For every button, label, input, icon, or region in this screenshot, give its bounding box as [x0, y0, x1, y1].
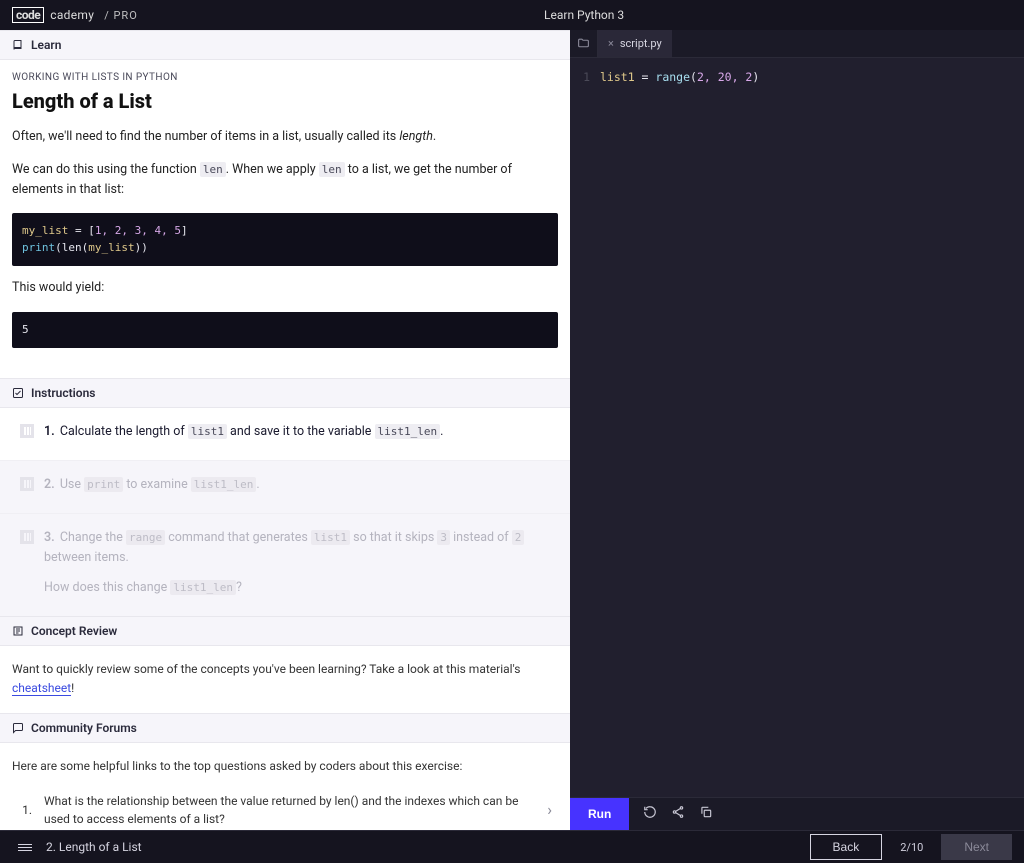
lesson-p1: Often, we'll need to find the number of … [12, 127, 558, 146]
lesson-p2-b: . When we apply [226, 162, 319, 177]
line-number: 1 [570, 68, 600, 86]
main-split: Learn WORKING WITH LISTS IN PYTHON Lengt… [0, 30, 1024, 830]
note-icon [12, 625, 24, 637]
community-forums-header: Community Forums [0, 713, 570, 743]
code-editor[interactable]: 1 list1 = range(2, 20, 2) [570, 58, 1024, 797]
instruction-step-2: 2. Use print to examine list1_len. [0, 460, 570, 513]
concept-review-label: Concept Review [31, 624, 117, 638]
file-tab-script[interactable]: × script.py [598, 30, 673, 57]
brand-logo[interactable]: code cademy / PRO [12, 7, 138, 23]
chevron-right-icon: › [547, 798, 558, 823]
reset-icon[interactable] [643, 805, 657, 823]
lesson-p1-a: Often, we'll need to find the number of … [12, 129, 399, 144]
checklist-icon [12, 387, 24, 399]
editor-pane: × script.py 1 list1 = range(2, 20, 2) Ru… [570, 30, 1024, 830]
chat-icon [12, 722, 24, 734]
editor-action-bar: Run [570, 797, 1024, 830]
step-1-num: 1. [44, 424, 55, 439]
copy-icon[interactable] [699, 805, 713, 823]
lesson-term-length: length [399, 129, 433, 144]
instruction-step-3: 3. Change the range command that generat… [0, 513, 570, 616]
lesson-content: WORKING WITH LISTS IN PYTHON Length of a… [0, 60, 570, 378]
brand-rest: cademy [50, 8, 94, 22]
instructions-body: 1. Calculate the length of list1 and sav… [0, 408, 570, 616]
book-icon [12, 39, 24, 51]
forum-q-text: What is the relationship between the val… [44, 792, 535, 829]
file-tabs: × script.py [570, 30, 1024, 58]
forums-intro: Here are some helpful links to the top q… [12, 757, 558, 776]
folder-icon[interactable] [570, 30, 598, 57]
progress-counter: 2/10 [900, 841, 923, 854]
learn-header: Learn [0, 30, 570, 60]
forum-question-1[interactable]: 1. What is the relationship between the … [12, 788, 558, 830]
step-checkbox[interactable] [20, 477, 34, 491]
code-example-1: my_list = [1, 2, 3, 4, 5] print(len(my_l… [12, 213, 558, 266]
lesson-p2: We can do this using the function len. W… [12, 160, 558, 199]
yield-text: This would yield: [12, 278, 558, 297]
top-bar: code cademy / PRO Learn Python 3 [0, 0, 1024, 30]
code-output-1: 5 [12, 312, 558, 349]
step-2-num: 2. [44, 477, 55, 492]
bottom-bar: 2. Length of a List Back 2/10 Next [0, 830, 1024, 863]
step-checkbox[interactable] [20, 424, 34, 438]
instructions-header-label: Instructions [31, 386, 95, 400]
next-button[interactable]: Next [941, 834, 1012, 860]
lesson-title: Length of a List [12, 89, 558, 113]
instruction-step-1: 1. Calculate the length of list1 and sav… [0, 408, 570, 460]
token-len-2: len [319, 162, 345, 177]
share-icon[interactable] [671, 805, 685, 823]
cheatsheet-link[interactable]: cheatsheet [12, 681, 71, 696]
close-icon[interactable]: × [608, 37, 614, 50]
learn-header-label: Learn [31, 38, 61, 52]
lesson-progress-label: 2. Length of a List [46, 840, 142, 854]
concept-review-body: Want to quickly review some of the conce… [0, 646, 570, 713]
community-forums-body: Here are some helpful links to the top q… [0, 743, 570, 830]
code-line-1: list1 = range(2, 20, 2) [600, 68, 759, 86]
community-forums-label: Community Forums [31, 721, 137, 735]
step-checkbox[interactable] [20, 530, 34, 544]
token-len: len [200, 162, 226, 177]
concept-review-header: Concept Review [0, 616, 570, 646]
lesson-p2-a: We can do this using the function [12, 162, 200, 177]
instructions-header: Instructions [0, 378, 570, 408]
step-3-num: 3. [44, 530, 55, 545]
file-tab-label: script.py [620, 37, 662, 50]
menu-icon[interactable] [18, 844, 32, 851]
forum-q-num: 1. [16, 801, 32, 820]
run-button[interactable]: Run [570, 798, 629, 830]
course-title: Learn Python 3 [544, 8, 624, 22]
lesson-eyebrow: WORKING WITH LISTS IN PYTHON [12, 72, 558, 83]
brand-code: code [12, 7, 44, 23]
back-button[interactable]: Back [810, 834, 883, 860]
lesson-pane: Learn WORKING WITH LISTS IN PYTHON Lengt… [0, 30, 570, 830]
brand-pro: / PRO [104, 9, 138, 22]
